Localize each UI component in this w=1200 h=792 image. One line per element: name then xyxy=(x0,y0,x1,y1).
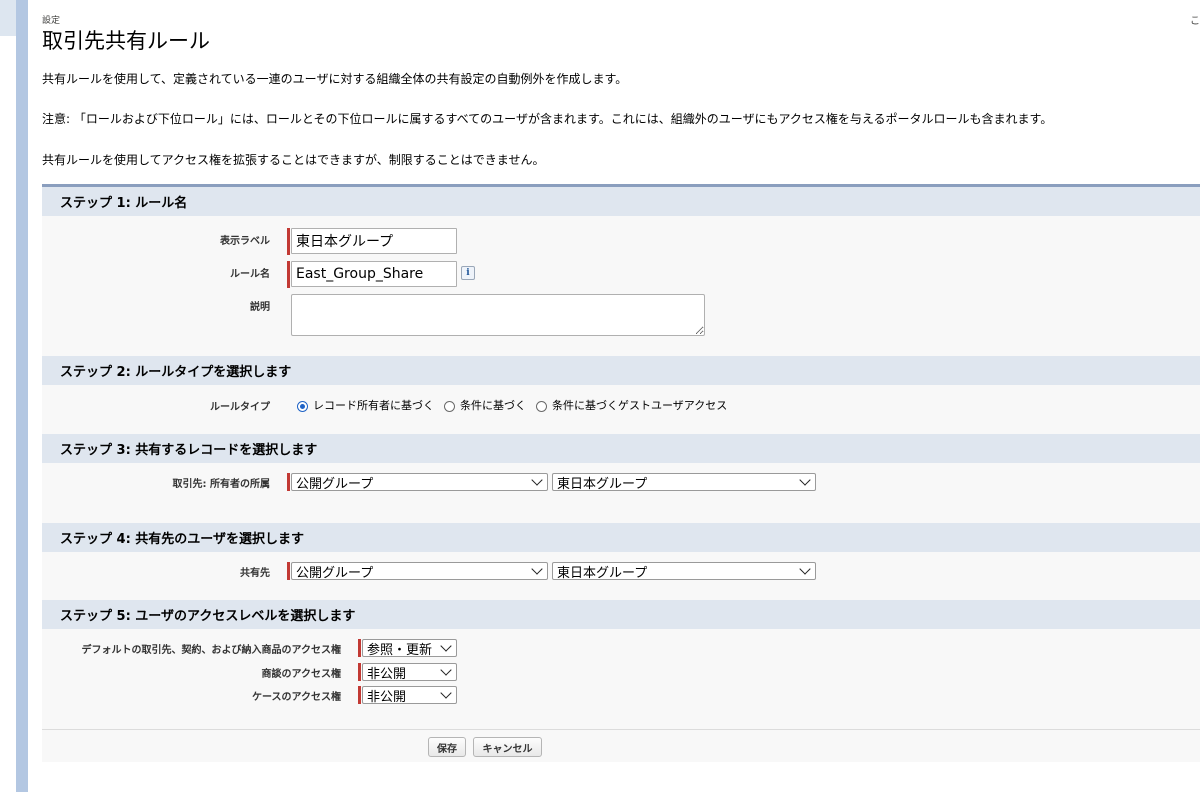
step1-header: ステップ 1: ルール名 xyxy=(42,187,1200,216)
step2-header: ステップ 2: ルールタイプを選択します xyxy=(42,356,1200,385)
left-strip xyxy=(0,0,28,792)
corner-text: こ xyxy=(1190,16,1200,27)
rule-type-option-guest[interactable]: 条件に基づくゲストユーザアクセス xyxy=(536,397,727,413)
select-value: 公開グループ xyxy=(296,565,374,581)
step4-header: ステップ 4: 共有先のユーザを選択します xyxy=(42,523,1200,552)
owner-membership-field-label: 取引先: 所有者の所属 xyxy=(172,479,270,490)
radio-label: レコード所有者に基づく xyxy=(313,399,434,412)
button-divider xyxy=(42,729,1200,730)
required-indicator xyxy=(287,473,290,491)
required-indicator xyxy=(358,639,361,657)
chevron-down-icon xyxy=(440,687,452,699)
page-title: 取引先共有ルール xyxy=(42,29,210,53)
save-button[interactable]: 保存 xyxy=(428,737,466,757)
rule-type-option-criteria[interactable]: 条件に基づく xyxy=(444,397,526,413)
share-with-field-label: 共有先 xyxy=(240,568,270,579)
share-with-group-select[interactable]: 東日本グループ xyxy=(552,562,816,581)
chevron-down-icon xyxy=(531,563,543,575)
intro-note: 注意: 「ロールおよび下位ロール」には、ロールとその下位ロールに属するすべてのユ… xyxy=(42,112,1053,126)
chevron-down-icon xyxy=(799,563,811,575)
required-indicator xyxy=(287,261,290,288)
rule-type-option-owner[interactable]: レコード所有者に基づく xyxy=(297,397,434,413)
info-icon[interactable]: i xyxy=(461,266,475,280)
share-with-type-select[interactable]: 公開グループ xyxy=(291,562,548,581)
select-value: 公開グループ xyxy=(296,476,374,492)
rule-type-radio-group: レコード所有者に基づく 条件に基づく 条件に基づくゲストユーザアクセス xyxy=(297,397,737,413)
step3-header: ステップ 3: 共有するレコードを選択します xyxy=(42,434,1200,463)
intro-limit: 共有ルールを使用してアクセス権を拡張することはできますが、制限することはできませ… xyxy=(42,153,545,167)
radio-button-selected[interactable] xyxy=(297,400,308,412)
step5-header: ステップ 5: ユーザのアクセスレベルを選択します xyxy=(42,600,1200,629)
chevron-down-icon xyxy=(440,640,452,652)
rule-name-field-label: ルール名 xyxy=(230,269,270,280)
radio-button[interactable] xyxy=(444,400,455,412)
opportunity-access-label: 商談のアクセス権 xyxy=(261,669,342,680)
select-value: 東日本グループ xyxy=(557,565,648,581)
required-indicator xyxy=(287,562,290,580)
select-value: 東日本グループ xyxy=(557,476,648,492)
default-access-label: デフォルトの取引先、契約、および納入商品のアクセス権 xyxy=(81,645,342,656)
case-access-select[interactable]: 非公開 xyxy=(362,686,457,705)
chevron-down-icon xyxy=(531,474,543,486)
opportunity-access-select[interactable]: 非公開 xyxy=(362,663,457,682)
label-field-label: 表示ラベル xyxy=(220,236,270,247)
sharing-rule-form: ステップ 1: ルール名 表示ラベル ルール名 i 説明 ステップ 2: ルール… xyxy=(42,184,1200,762)
required-indicator xyxy=(358,686,361,704)
description-textarea[interactable] xyxy=(291,294,705,336)
cancel-button[interactable]: キャンセル xyxy=(473,737,542,757)
required-indicator xyxy=(358,663,361,681)
left-strip-bar xyxy=(16,0,28,792)
radio-label: 条件に基づくゲストユーザアクセス xyxy=(552,399,728,412)
select-value: 非公開 xyxy=(367,689,407,705)
rule-name-input[interactable] xyxy=(291,261,457,287)
owner-type-select[interactable]: 公開グループ xyxy=(291,473,548,492)
description-field-label: 説明 xyxy=(250,302,270,313)
radio-button[interactable] xyxy=(536,400,547,412)
radio-label: 条件に基づく xyxy=(460,399,526,412)
left-strip-top xyxy=(0,0,16,36)
select-value: 参照・更新 xyxy=(367,642,433,658)
chevron-down-icon xyxy=(440,664,452,676)
default-access-select[interactable]: 参照・更新 xyxy=(362,639,457,658)
case-access-label: ケースのアクセス権 xyxy=(252,692,341,703)
select-value: 非公開 xyxy=(367,666,407,682)
required-indicator xyxy=(287,228,290,255)
owner-group-select[interactable]: 東日本グループ xyxy=(552,473,816,492)
rule-type-field-label: ルールタイプ xyxy=(210,402,270,413)
label-input[interactable] xyxy=(291,228,457,254)
intro-text: 共有ルールを使用して、定義されている一連のユーザに対する組織全体の共有設定の自動… xyxy=(42,72,628,86)
chevron-down-icon xyxy=(799,474,811,486)
